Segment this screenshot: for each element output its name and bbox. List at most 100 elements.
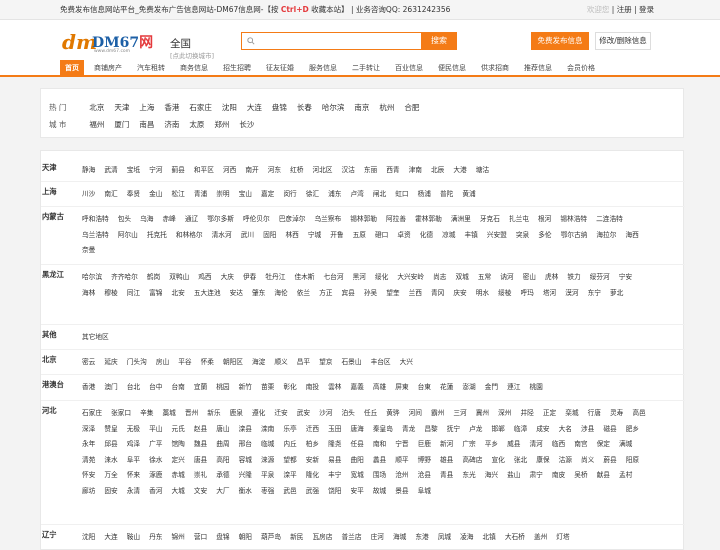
city-link[interactable]: 青龙 bbox=[402, 422, 415, 438]
city-link[interactable]: 任丘 bbox=[364, 406, 377, 422]
city-link[interactable]: 唐海 bbox=[351, 422, 364, 438]
city-link[interactable]: 雲林 bbox=[328, 380, 341, 396]
city-link[interactable]: 鹤岗 bbox=[147, 270, 160, 286]
city-link[interactable]: 和林格尔 bbox=[176, 228, 203, 244]
province-name[interactable]: 黑龙江 bbox=[42, 270, 64, 280]
city-link[interactable]: 望奎 bbox=[386, 286, 399, 302]
city-link[interactable]: 永年 bbox=[82, 437, 95, 453]
city-link[interactable]: 闵行 bbox=[283, 187, 296, 203]
city-link[interactable]: 鞍山 bbox=[127, 530, 140, 546]
city-link[interactable]: 普兰店 bbox=[342, 530, 362, 546]
city-link[interactable]: 宾县 bbox=[342, 286, 355, 302]
city-link[interactable]: 蔚县 bbox=[603, 453, 616, 469]
city-link[interactable]: 锡林郭勒 bbox=[350, 212, 377, 228]
city-link[interactable]: 怀柔 bbox=[201, 355, 214, 371]
city-link[interactable]: 曲周 bbox=[216, 437, 229, 453]
city-link[interactable]: 哈尔滨 bbox=[82, 270, 102, 286]
city-link[interactable]: 丰台区 bbox=[371, 355, 391, 371]
city-link[interactable]: 无极 bbox=[127, 422, 140, 438]
city-link[interactable]: 静海 bbox=[82, 163, 95, 179]
city-link[interactable]: 长春 bbox=[297, 102, 312, 113]
city-link[interactable]: 元氏 bbox=[172, 422, 185, 438]
city-link[interactable]: 徐水 bbox=[149, 453, 162, 469]
city-link[interactable]: 海伦 bbox=[274, 286, 287, 302]
city-link[interactable]: 卓资 bbox=[397, 228, 410, 244]
city-link[interactable]: 大港 bbox=[453, 163, 466, 179]
nav-item[interactable]: 商铺房产 bbox=[94, 60, 122, 77]
city-link[interactable]: 昌平 bbox=[297, 355, 310, 371]
city-link[interactable]: 乌海 bbox=[140, 212, 153, 228]
nav-item[interactable]: 推荐信息 bbox=[524, 60, 552, 77]
city-link[interactable]: 宣化 bbox=[491, 453, 504, 469]
city-link[interactable]: 泊头 bbox=[342, 406, 355, 422]
city-link[interactable]: 大庆 bbox=[221, 270, 234, 286]
nav-item[interactable]: 招生招聘 bbox=[223, 60, 251, 77]
city-link[interactable]: 連江 bbox=[507, 380, 520, 396]
city-link[interactable]: 虎林 bbox=[545, 270, 558, 286]
city-link[interactable]: 临西 bbox=[552, 437, 565, 453]
province-name[interactable]: 河北 bbox=[42, 406, 57, 416]
city-link[interactable]: 南宫 bbox=[574, 437, 587, 453]
city-link[interactable]: 凉城 bbox=[442, 228, 455, 244]
city-link[interactable]: 北辰 bbox=[431, 163, 444, 179]
city-link[interactable]: 武安 bbox=[297, 406, 310, 422]
city-link[interactable]: 卢龙 bbox=[469, 422, 482, 438]
city-link[interactable]: 霍林郭勒 bbox=[415, 212, 442, 228]
city-link[interactable]: 鸡泽 bbox=[127, 437, 140, 453]
city-link[interactable]: 邯郸 bbox=[491, 422, 504, 438]
city-link[interactable]: 阿拉善 bbox=[386, 212, 406, 228]
city-link[interactable]: 磴口 bbox=[375, 228, 388, 244]
city-link[interactable]: 根河 bbox=[538, 212, 551, 228]
city-link[interactable]: 红桥 bbox=[290, 163, 303, 179]
city-link[interactable]: 涿鹿 bbox=[149, 468, 162, 484]
city-link[interactable]: 沧县 bbox=[418, 468, 431, 484]
city-link[interactable]: 易县 bbox=[328, 453, 341, 469]
city-link[interactable]: 五原 bbox=[353, 228, 366, 244]
city-link[interactable]: 孟村 bbox=[619, 468, 632, 484]
nav-item[interactable]: 征友征婚 bbox=[266, 60, 294, 77]
city-link[interactable]: 嘉定 bbox=[261, 187, 274, 203]
city-link[interactable]: 香港 bbox=[82, 380, 95, 396]
city-link[interactable]: 其它地区 bbox=[82, 330, 109, 346]
city-link[interactable]: 武邑 bbox=[283, 484, 296, 500]
city-link[interactable]: 普陀 bbox=[440, 187, 453, 203]
nav-item[interactable]: 会员价格 bbox=[567, 60, 595, 77]
city-link[interactable]: 牙克石 bbox=[480, 212, 500, 228]
city-link[interactable]: 康保 bbox=[536, 453, 549, 469]
city-link[interactable]: 清河 bbox=[530, 437, 543, 453]
city-link[interactable]: 东光 bbox=[462, 468, 475, 484]
city-link[interactable]: 川沙 bbox=[82, 187, 95, 203]
city-link[interactable]: 平谷 bbox=[178, 355, 191, 371]
city-link[interactable]: 乐亭 bbox=[283, 422, 296, 438]
city-link[interactable]: 花蓮 bbox=[440, 380, 453, 396]
city-link[interactable]: 卢湾 bbox=[351, 187, 364, 203]
city-link[interactable]: 井陉 bbox=[521, 406, 534, 422]
city-link[interactable]: 黑河 bbox=[353, 270, 366, 286]
city-link[interactable]: 大兴安岭 bbox=[397, 270, 424, 286]
city-link[interactable]: 盘锦 bbox=[272, 102, 287, 113]
city-link[interactable]: 望都 bbox=[283, 453, 296, 469]
city-link[interactable]: 双鸭山 bbox=[169, 270, 189, 286]
city-link[interactable]: 青浦 bbox=[194, 187, 207, 203]
city-link[interactable]: 张北 bbox=[514, 453, 527, 469]
city-link[interactable]: 延庆 bbox=[104, 355, 117, 371]
city-link[interactable]: 深泽 bbox=[82, 422, 95, 438]
city-link[interactable]: 黄骅 bbox=[386, 406, 399, 422]
city-link[interactable]: 献县 bbox=[597, 468, 610, 484]
city-link[interactable]: 迁安 bbox=[274, 406, 287, 422]
city-link[interactable]: 和平区 bbox=[194, 163, 214, 179]
city-link[interactable]: 葫芦岛 bbox=[261, 530, 281, 546]
province-name[interactable]: 港澳台 bbox=[42, 380, 64, 390]
city-link[interactable]: 庆安 bbox=[453, 286, 466, 302]
city-link[interactable]: 灯塔 bbox=[556, 530, 569, 546]
city-link[interactable]: 盖州 bbox=[534, 530, 547, 546]
city-link[interactable]: 奈曼 bbox=[82, 243, 95, 259]
city-link[interactable]: 保定 bbox=[597, 437, 610, 453]
city-link[interactable]: 灵寿 bbox=[610, 406, 623, 422]
city-link[interactable]: 绥芬河 bbox=[590, 270, 610, 286]
city-link[interactable]: 凤城 bbox=[438, 530, 451, 546]
city-link[interactable]: 锡林浩特 bbox=[560, 212, 587, 228]
city-link[interactable]: 河东 bbox=[268, 163, 281, 179]
city-link[interactable]: 南开 bbox=[245, 163, 258, 179]
city-link[interactable]: 塘沽 bbox=[476, 163, 489, 179]
